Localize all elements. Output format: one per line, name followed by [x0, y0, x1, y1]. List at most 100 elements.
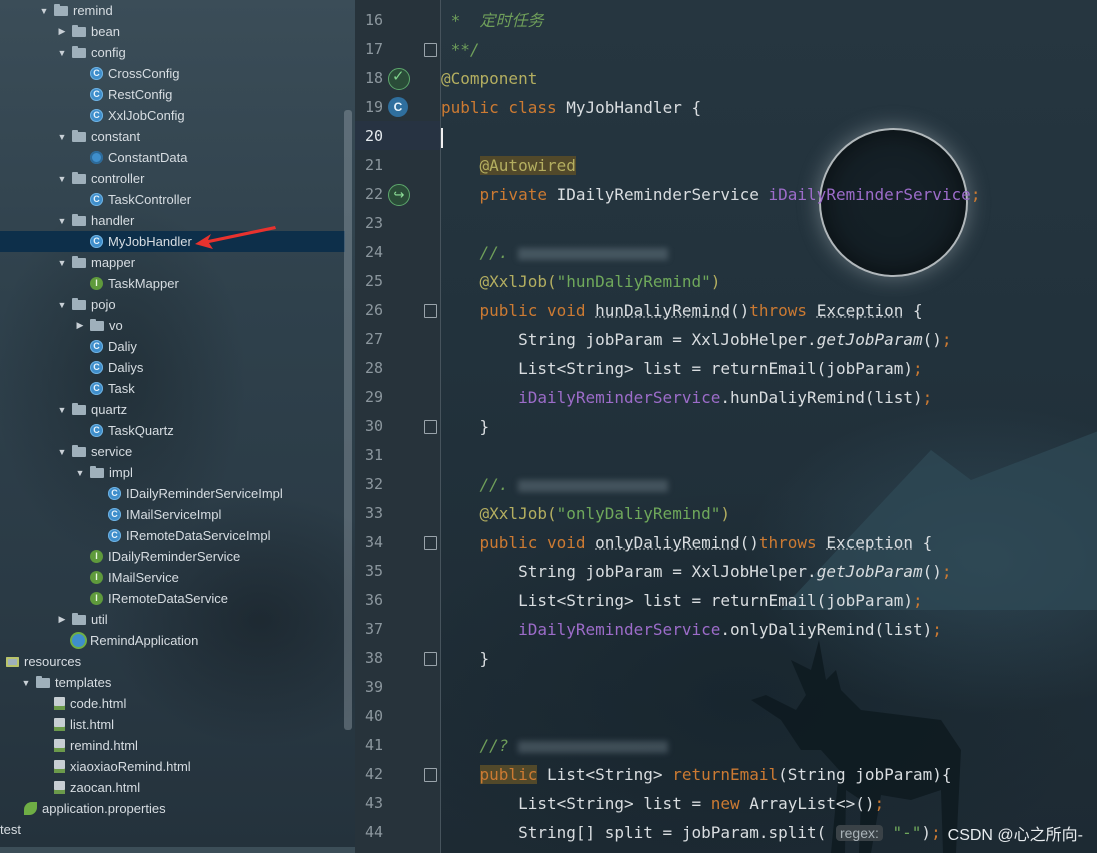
tree-item[interactable]: ▼ templates: [0, 672, 345, 693]
folder-icon: [72, 24, 86, 37]
chevron-down-icon[interactable]: ▼: [56, 300, 68, 310]
chevron-down-icon[interactable]: ▼: [56, 174, 68, 184]
code-line[interactable]: [441, 122, 443, 151]
tree-item[interactable]: XxlJobConfig: [0, 105, 345, 126]
code-line[interactable]: }: [441, 644, 490, 673]
tree-item[interactable]: resources: [0, 651, 345, 672]
class-icon: [90, 235, 103, 248]
code-line[interactable]: public void onlyDaliyRemind()throws Exce…: [441, 528, 933, 557]
tree-item-label: mapper: [91, 255, 136, 270]
chevron-right-icon[interactable]: ▶: [56, 26, 68, 37]
tree-item[interactable]: list.html: [0, 714, 345, 735]
code-line[interactable]: List<String> list = new ArrayList<>();: [441, 789, 884, 818]
cls-gutter-icon[interactable]: [388, 97, 408, 117]
fold-marker-icon[interactable]: [424, 536, 437, 550]
bean-gutter-icon[interactable]: [388, 67, 410, 90]
tree-item[interactable]: IRemoteDataService: [0, 588, 345, 609]
tree-item[interactable]: ▼ service: [0, 441, 345, 462]
chevron-down-icon[interactable]: ▼: [20, 678, 32, 688]
tree-item[interactable]: ▼ pojo: [0, 294, 345, 315]
tree-item[interactable]: IDailyReminderService: [0, 546, 345, 567]
tree-item[interactable]: ▼ handler: [0, 210, 345, 231]
code-line[interactable]: iDailyReminderService.onlyDaliyRemind(li…: [441, 615, 942, 644]
tree-item[interactable]: remind.html: [0, 735, 345, 756]
tree-scrollbar[interactable]: [344, 110, 352, 730]
fold-marker-icon[interactable]: [424, 304, 437, 318]
tree-item[interactable]: RemindApplication: [0, 630, 345, 651]
tree-item[interactable]: ▶ util: [0, 609, 345, 630]
chevron-down-icon[interactable]: ▼: [56, 258, 68, 268]
folder-icon: [72, 45, 86, 58]
editor-gutter[interactable]: 16 17 18 19 20 21 22 23 24 25 26 27 28 29 30 31 32 33 34 35…: [355, 0, 441, 853]
fold-marker-icon[interactable]: [424, 43, 437, 57]
chevron-down-icon[interactable]: ▼: [56, 48, 68, 58]
tree-item[interactable]: test: [0, 819, 345, 840]
code-line[interactable]: List<String> list = returnEmail(jobParam…: [441, 354, 923, 383]
code-editor[interactable]: * 定时任务 **/@Component public class MyJobHa…: [441, 0, 1097, 853]
fold-marker-icon[interactable]: [424, 768, 437, 782]
code-line[interactable]: //.: [441, 470, 669, 499]
tree-item[interactable]: ▼ quartz: [0, 399, 345, 420]
line-number: 20: [364, 127, 383, 145]
chevron-down-icon[interactable]: ▼: [38, 6, 50, 16]
chevron-down-icon[interactable]: ▼: [56, 216, 68, 226]
code-line[interactable]: @Autowired: [441, 151, 576, 180]
tree-item[interactable]: IMailService: [0, 567, 345, 588]
tree-item[interactable]: application.properties: [0, 798, 345, 819]
tree-item[interactable]: ▶ bean: [0, 21, 345, 42]
chevron-down-icon[interactable]: ▼: [56, 447, 68, 457]
tree-item[interactable]: TaskMapper: [0, 273, 345, 294]
tree-item[interactable]: TaskQuartz: [0, 420, 345, 441]
tree-item[interactable]: IRemoteDataServiceImpl: [0, 525, 345, 546]
tree-item[interactable]: ▼ impl: [0, 462, 345, 483]
tree-item[interactable]: Daliys: [0, 357, 345, 378]
tree-item[interactable]: RestConfig: [0, 84, 345, 105]
tree-item[interactable]: MyJobHandler: [0, 231, 345, 252]
tree-item[interactable]: code.html: [0, 693, 345, 714]
code-line[interactable]: String[] split = jobParam.split( regex: …: [441, 818, 941, 847]
tree-item[interactable]: ▼ controller: [0, 168, 345, 189]
code-line[interactable]: private IDailyReminderService iDailyRemi…: [441, 180, 981, 209]
code-line[interactable]: @XxlJob("hunDaliyRemind"): [441, 267, 721, 296]
code-line[interactable]: public void hunDaliyRemind()throws Excep…: [441, 296, 923, 325]
chevron-right-icon[interactable]: ▶: [74, 320, 86, 331]
tree-item[interactable]: Task: [0, 378, 345, 399]
tree-item[interactable]: CrossConfig: [0, 63, 345, 84]
tree-item-label: IMailService: [108, 570, 179, 585]
fold-marker-icon[interactable]: [424, 652, 437, 666]
chevron-down-icon[interactable]: ▼: [56, 405, 68, 415]
tree-item[interactable]: ▼ mapper: [0, 252, 345, 273]
tree-item[interactable]: ConstantData: [0, 147, 345, 168]
code-line[interactable]: @XxlJob("onlyDaliyRemind"): [441, 499, 730, 528]
code-line[interactable]: List<String> list = returnEmail(jobParam…: [441, 586, 923, 615]
line-number: 30: [364, 417, 383, 435]
code-line[interactable]: * 定时任务: [441, 6, 544, 35]
code-line[interactable]: iDailyReminderService.hunDaliyRemind(lis…: [441, 383, 932, 412]
tree-item[interactable]: IMailServiceImpl: [0, 504, 345, 525]
code-line[interactable]: //?: [441, 731, 669, 760]
code-line[interactable]: **/: [441, 35, 480, 64]
code-line[interactable]: String jobParam = XxlJobHelper.getJobPar…: [441, 325, 952, 354]
code-line[interactable]: String jobParam = XxlJobHelper.getJobPar…: [441, 557, 952, 586]
chevron-down-icon[interactable]: ▼: [74, 468, 86, 478]
tree-item[interactable]: ▼ config: [0, 42, 345, 63]
project-tree[interactable]: ▼ remind ▶ bean ▼ config CrossConfig RestConfig…: [0, 0, 355, 853]
code-line[interactable]: }: [441, 412, 490, 441]
code-line[interactable]: @Component: [441, 64, 537, 93]
chevron-right-icon[interactable]: ▶: [56, 614, 68, 625]
inject-gutter-icon[interactable]: [388, 184, 410, 206]
tree-item[interactable]: TaskController: [0, 189, 345, 210]
chevron-down-icon[interactable]: ▼: [56, 132, 68, 142]
tree-item[interactable]: zaocan.html: [0, 777, 345, 798]
line-number: 39: [364, 678, 383, 696]
code-line[interactable]: //.: [441, 238, 669, 267]
fold-marker-icon[interactable]: [424, 420, 437, 434]
code-line[interactable]: public class MyJobHandler {: [441, 93, 701, 122]
tree-item[interactable]: xiaoxiaoRemind.html: [0, 756, 345, 777]
tree-item[interactable]: ▼ constant: [0, 126, 345, 147]
tree-item[interactable]: Daliy: [0, 336, 345, 357]
tree-item[interactable]: IDailyReminderServiceImpl: [0, 483, 345, 504]
code-line[interactable]: public List<String> returnEmail(String j…: [441, 760, 952, 789]
tree-item[interactable]: ▶ vo: [0, 315, 345, 336]
tree-item[interactable]: ▼ remind: [0, 0, 345, 21]
